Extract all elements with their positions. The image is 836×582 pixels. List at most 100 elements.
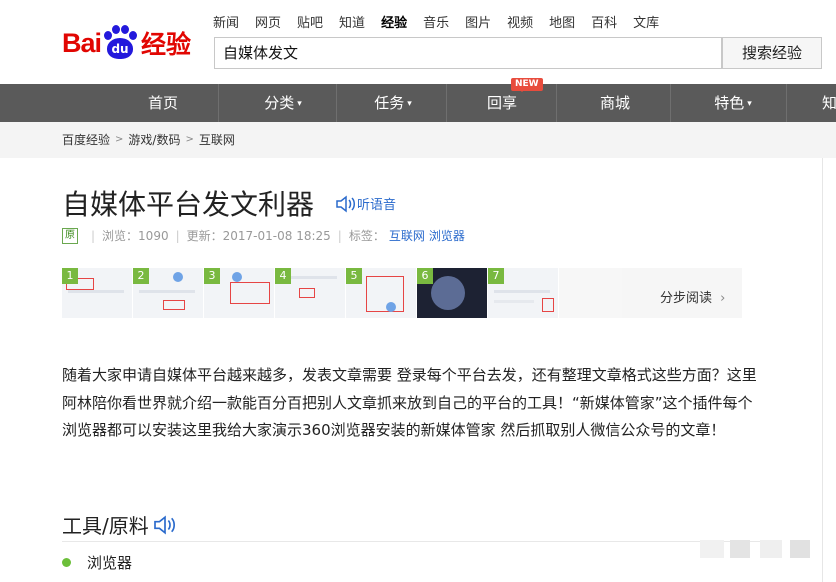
top-nav-images[interactable]: 图片: [465, 12, 491, 31]
breadcrumb-games-digital[interactable]: 游戏/数码: [128, 131, 180, 148]
step-thumbnail[interactable]: 3: [204, 268, 274, 318]
top-nav-news[interactable]: 新闻: [213, 12, 239, 31]
main-nav: 首页 分类 ▾ 任务 ▾ 回享 商城 特色 ▾ 知: [0, 84, 836, 122]
thumbnail-content: [494, 290, 550, 293]
bullet-icon: [62, 558, 71, 567]
nav-mall[interactable]: 商城: [560, 84, 670, 122]
chevron-right-icon: >: [185, 134, 194, 145]
tool-name: 浏览器: [87, 554, 133, 572]
meta-divider: |: [175, 228, 180, 243]
nav-divider: [218, 84, 219, 122]
nav-divider: [336, 84, 337, 122]
update-time: 更新：2017-01-08 18:25: [186, 229, 331, 243]
caret-down-icon: ▾: [297, 99, 302, 109]
step-number: 6: [417, 268, 433, 284]
watermark-mosaic: [790, 540, 810, 558]
speaker-icon[interactable]: [152, 514, 178, 535]
nav-divider: [446, 84, 447, 122]
top-nav-music[interactable]: 音乐: [423, 12, 449, 31]
meta-divider: |: [91, 228, 96, 243]
watermark-mosaic: [730, 540, 750, 558]
thumbnail-highlight: [230, 282, 270, 304]
step-number: 3: [204, 268, 220, 284]
step-thumbnail[interactable]: 1: [62, 268, 132, 318]
search-button[interactable]: 搜索经验: [722, 37, 822, 69]
step-number: 7: [488, 268, 504, 284]
nav-category-label: 分类: [264, 94, 295, 112]
original-badge: 原: [62, 227, 78, 244]
section-divider: [62, 541, 762, 542]
speaker-icon: [336, 194, 355, 213]
nav-divider: [670, 84, 671, 122]
search-input[interactable]: 自媒体发文: [214, 37, 722, 69]
thumbnail-content: [386, 302, 396, 312]
nav-home-label: 首页: [147, 94, 178, 112]
tags-label: 标签：: [348, 229, 385, 243]
meta-divider: |: [337, 228, 342, 243]
step-thumbnail[interactable]: 4: [275, 268, 345, 318]
baidu-jingyan-logo[interactable]: Bai du 经验: [62, 18, 191, 68]
nav-tasks[interactable]: 任务 ▾: [340, 84, 446, 122]
listen-label: 听语音: [357, 198, 397, 213]
nav-share-label: 回享: [486, 94, 517, 112]
breadcrumb-internet[interactable]: 互联网: [199, 131, 235, 148]
step-number: 5: [346, 268, 362, 284]
top-nav-jingyan[interactable]: 经验: [381, 12, 407, 31]
top-nav-map[interactable]: 地图: [549, 12, 575, 31]
step-number: 1: [62, 268, 78, 284]
caret-down-icon: ▾: [747, 99, 752, 109]
step-thumbnail[interactable]: 5: [346, 268, 416, 318]
step-number: 4: [275, 268, 291, 284]
top-nav-web[interactable]: 网页: [255, 12, 281, 31]
step-read-link[interactable]: 分步阅读 ›: [660, 287, 725, 306]
top-nav-wenku[interactable]: 文库: [633, 12, 659, 31]
new-badge: NEW: [511, 78, 543, 92]
nav-mall-label: 商城: [599, 94, 630, 112]
nav-divider: [556, 84, 557, 122]
breadcrumb-home[interactable]: 百度经验: [62, 131, 110, 148]
nav-featured[interactable]: 特色 ▾: [680, 84, 786, 122]
page-title: 自媒体平台发文利器: [62, 188, 315, 221]
chevron-right-icon: ›: [720, 291, 726, 306]
top-nav-video[interactable]: 视频: [507, 12, 533, 31]
thumbnail-content: [431, 276, 465, 310]
thumbnail-content: [494, 300, 534, 303]
nav-divider: [786, 84, 787, 122]
tag-browser[interactable]: 浏览器: [429, 227, 465, 244]
article-meta: 原 | 浏览：1090 | 更新：2017-01-08 18:25 | 标签： …: [62, 227, 465, 244]
step-read-label: 分步阅读: [660, 291, 713, 306]
watermark-mosaic: [760, 540, 782, 558]
nav-featured-label: 特色: [714, 94, 745, 112]
nav-home[interactable]: 首页: [108, 84, 218, 122]
content-divider: [822, 158, 823, 582]
caret-down-icon: ▾: [407, 99, 412, 109]
top-nav-tieba[interactable]: 贴吧: [297, 12, 323, 31]
step-number: 2: [133, 268, 149, 284]
step-thumbnail[interactable]: 6: [417, 268, 487, 318]
step-thumbnail[interactable]: 2: [133, 268, 203, 318]
top-nav-zhidao[interactable]: 知道: [339, 12, 365, 31]
nav-category[interactable]: 分类 ▾: [230, 84, 336, 122]
tools-heading-label: 工具/原料: [62, 514, 149, 538]
logo-du-text: du: [107, 38, 134, 59]
thumbnail-highlight: [542, 298, 554, 312]
tool-list-item: 浏览器: [62, 552, 132, 573]
tag-internet[interactable]: 互联网: [389, 227, 425, 244]
tools-heading: 工具/原料: [62, 510, 178, 539]
thumbnail-fade: [559, 268, 622, 318]
thumbnail-highlight: [163, 300, 185, 310]
article-intro: 随着大家申请自媒体平台越来越多，发表文章需要 登录每个平台去发，还有整理文章格式…: [62, 366, 757, 439]
thumbnail-content: [68, 290, 124, 293]
step-thumbnail[interactable]: 7: [488, 268, 558, 318]
paw-logo-icon: du: [102, 25, 138, 61]
watermark-mosaic: [700, 540, 724, 558]
thumbnail-content: [173, 272, 183, 282]
listen-button[interactable]: 听语音: [335, 194, 396, 213]
chevron-right-icon: >: [115, 134, 124, 145]
nav-zhidao-label: 知: [822, 94, 836, 112]
logo-bai-text: Bai: [62, 27, 102, 58]
top-nav-baike[interactable]: 百科: [591, 12, 617, 31]
thumbnail-content: [232, 272, 242, 282]
thumbnail-highlight: [299, 288, 315, 298]
nav-zhidao-partial[interactable]: 知: [822, 84, 836, 122]
